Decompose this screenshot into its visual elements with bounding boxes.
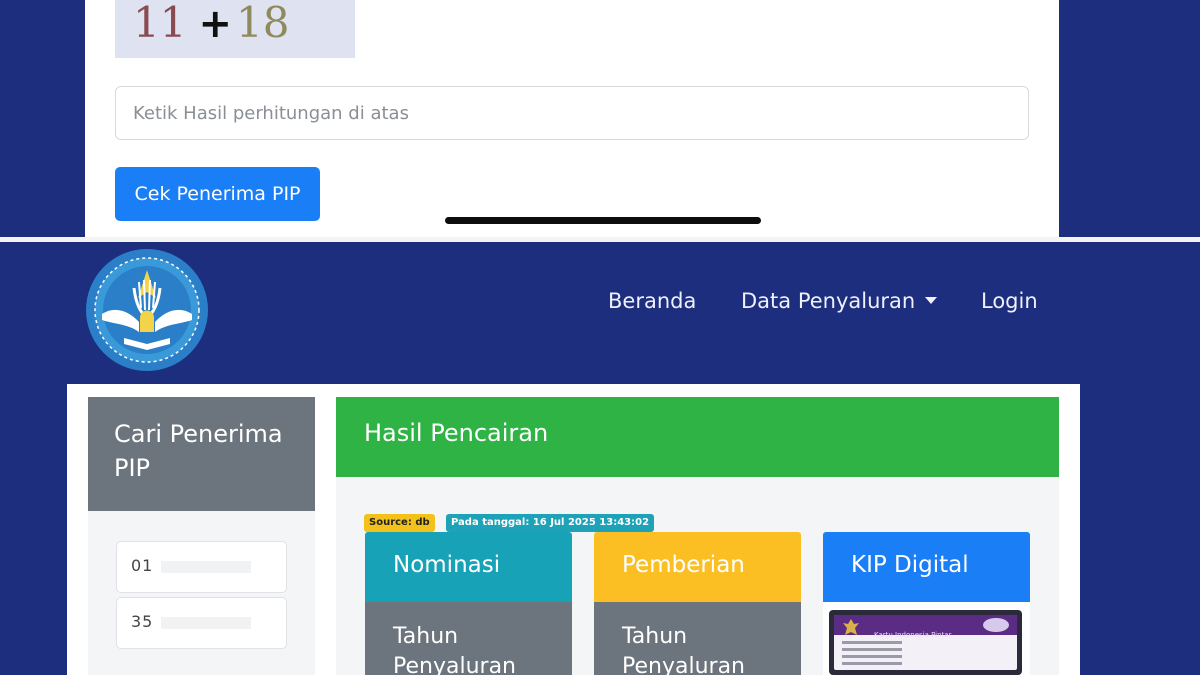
nik-field[interactable]: 35: [116, 597, 287, 649]
pemberian-card-body: Tahun Penyaluran: [594, 602, 801, 675]
kip-card-details: [842, 641, 902, 669]
main-content: Cari Penerima PIP 01 35 Hasil Pencairan …: [67, 384, 1080, 675]
nav-data-penyaluran-label: Data Penyaluran: [741, 289, 916, 313]
kip-digital-card-body: Kartu Indonesia Pintar: [823, 602, 1030, 675]
cek-penerima-button[interactable]: Cek Penerima PIP: [115, 167, 320, 221]
captcha-left-number: 11: [133, 0, 187, 47]
kip-card-image[interactable]: Kartu Indonesia Pintar: [829, 610, 1022, 675]
nisn-field-value: 01: [131, 556, 154, 575]
kip-card-decoration: [983, 618, 1009, 632]
nominasi-card-title: Nominasi: [365, 532, 572, 602]
redacted-blur: [161, 616, 252, 629]
logo-tut-wuri-handayani-icon[interactable]: [84, 248, 210, 372]
bottom-screenshot: Beranda Data Penyaluran Login Cari Pener…: [0, 242, 1200, 675]
redacted-blur: [161, 560, 252, 573]
nav-login[interactable]: Login: [981, 289, 1038, 313]
captcha-form-card: 11+18 Cek Penerima PIP: [85, 0, 1059, 238]
captcha-operator: +: [198, 1, 232, 47]
caret-down-icon: [925, 297, 938, 304]
nav-data-penyaluran[interactable]: Data Penyaluran: [741, 289, 938, 313]
captcha-right-number: 18: [235, 0, 290, 47]
nominasi-card-body: Tahun Penyaluran: [365, 602, 572, 675]
source-badge: Source: db: [364, 514, 435, 532]
pemberian-card: Pemberian Tahun Penyaluran: [594, 532, 801, 675]
search-panel-title: Cari Penerima PIP: [88, 397, 315, 511]
top-screenshot: 11+18 Cek Penerima PIP: [0, 0, 1200, 238]
nisn-field[interactable]: 01: [116, 541, 287, 593]
captcha-answer-input[interactable]: [115, 86, 1029, 140]
search-panel: Cari Penerima PIP 01 35: [88, 397, 315, 675]
result-panel-title: Hasil Pencairan: [336, 397, 1059, 477]
nav-beranda[interactable]: Beranda: [608, 289, 696, 313]
nik-field-value: 35: [131, 612, 154, 631]
captcha-image: 11 +18: [115, 0, 355, 58]
kip-digital-card-title: KIP Digital: [823, 532, 1030, 602]
pemberian-card-title: Pemberian: [594, 532, 801, 602]
kip-digital-card: KIP Digital Kartu Indonesia Pintar: [823, 532, 1030, 675]
garuda-emblem-icon: [843, 619, 859, 635]
nominasi-card: Nominasi Tahun Penyaluran: [365, 532, 572, 675]
home-indicator: [445, 217, 761, 224]
date-badge: Pada tanggal: 16 Jul 2025 13:43:02: [446, 514, 655, 532]
